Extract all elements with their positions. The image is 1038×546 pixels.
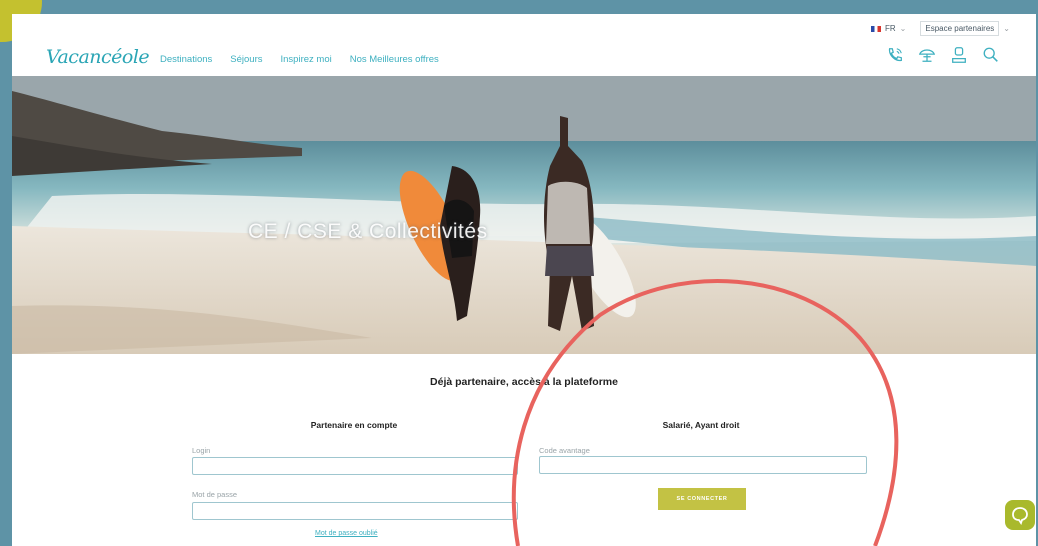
login-label: Login — [192, 446, 211, 455]
phone-icon[interactable] — [886, 46, 904, 64]
chat-button[interactable] — [1005, 500, 1035, 530]
login-field[interactable] — [192, 457, 518, 475]
password-label: Mot de passe — [192, 490, 238, 499]
nav-inspirez-moi[interactable]: Inspirez moi — [281, 54, 332, 65]
chevron-down-icon: ⌄ — [899, 24, 907, 33]
chat-icon — [1012, 507, 1028, 525]
nav-icons — [886, 46, 1000, 64]
search-icon[interactable] — [982, 46, 1000, 64]
parasol-icon[interactable] — [918, 46, 936, 64]
nav-meilleures-offres[interactable]: Nos Meilleures offres — [350, 54, 439, 65]
user-icon[interactable] — [950, 46, 968, 64]
language-selector[interactable]: FR ⌄ — [870, 24, 907, 33]
nav-sejours[interactable]: Séjours — [230, 54, 262, 65]
partner-space-selector[interactable]: Espace partenaires ⌄ — [920, 21, 1010, 36]
partner-space-label: Espace partenaires — [920, 21, 1000, 36]
hero-illustration — [12, 76, 1036, 354]
logo[interactable]: Vacancéole — [46, 46, 150, 68]
french-flag-icon — [870, 25, 881, 32]
password-field[interactable] — [192, 502, 518, 520]
login-section: Déjà partenaire, accès à la plateforme P… — [12, 354, 1036, 546]
hero-banner: CE / CSE & Collectivités — [12, 76, 1036, 354]
top-utility-bar: FR ⌄ Espace partenaires ⌄ — [870, 21, 1010, 36]
nav-destinations[interactable]: Destinations — [160, 54, 212, 65]
nav-links: Destinations Séjours Inspirez moi Nos Me… — [160, 54, 439, 65]
hero-title: CE / CSE & Collectivités — [248, 220, 488, 243]
employee-title: Salarié, Ayant droit — [662, 420, 740, 430]
partner-account-title: Partenaire en compte — [310, 420, 398, 430]
main-navbar: Vacancéole Destinations Séjours Inspirez… — [12, 40, 1036, 80]
connect-button[interactable]: SE CONNECTER — [658, 488, 746, 510]
forgot-password-link[interactable]: Mot de passe oublié — [315, 530, 378, 537]
section-title: Déjà partenaire, accès à la plateforme — [430, 376, 618, 388]
code-label: Code avantage — [539, 446, 590, 455]
language-label: FR — [884, 24, 896, 33]
browser-page: FR ⌄ Espace partenaires ⌄ Vacancéole Desti… — [12, 14, 1036, 546]
chevron-down-icon: ⌄ — [1003, 24, 1010, 33]
code-field[interactable] — [539, 456, 867, 474]
